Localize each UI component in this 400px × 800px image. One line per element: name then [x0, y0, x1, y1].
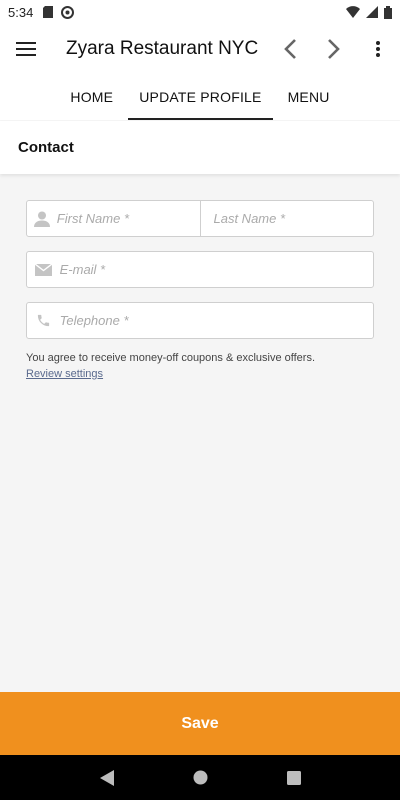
telephone-field-wrap [27, 303, 373, 338]
tab-bar: HOME UPDATE PROFILE MENU [0, 74, 400, 120]
nav-recents-icon[interactable] [286, 770, 301, 785]
name-row [26, 200, 374, 237]
signal-icon [366, 6, 378, 18]
back-button[interactable] [268, 24, 312, 74]
save-button-label: Save [181, 714, 219, 732]
person-icon-wrap [27, 211, 57, 227]
app-bar: Zyara Restaurant NYC [0, 24, 400, 74]
menu-icon [16, 42, 36, 56]
consent-text: You agree to receive money-off coupons &… [26, 352, 316, 364]
contact-form: You agree to receive money-off coupons &… [26, 200, 374, 382]
forward-button[interactable] [312, 24, 356, 74]
tab-update-profile[interactable]: UPDATE PROFILE [128, 74, 273, 120]
mail-icon-wrap [27, 263, 60, 276]
tab-home[interactable]: HOME [59, 74, 124, 120]
phone-icon-wrap [27, 313, 60, 328]
status-bar: 5:34 [0, 0, 400, 24]
last-name-field[interactable] [200, 211, 373, 226]
forward-chevron-icon [328, 39, 340, 59]
back-chevron-icon [284, 39, 296, 59]
menu-button[interactable] [0, 24, 52, 74]
nav-home-icon[interactable] [193, 770, 208, 785]
status-left-icons [43, 5, 75, 19]
first-name-field-wrap [27, 201, 200, 236]
contact-section-header: Contact [0, 121, 400, 174]
more-options-button[interactable] [356, 24, 400, 74]
status-right-icons [346, 5, 392, 19]
battery-icon [384, 5, 392, 19]
email-row [26, 251, 374, 288]
telephone-row [26, 302, 374, 339]
save-button[interactable]: Save [0, 692, 400, 755]
system-nav-bar [0, 755, 400, 800]
person-icon [33, 211, 50, 227]
status-time: 5:34 [8, 4, 34, 20]
app-bar-actions [268, 24, 400, 74]
telephone-field[interactable] [59, 313, 373, 328]
sd-card-icon [43, 6, 54, 18]
more-vert-icon [376, 41, 380, 57]
phone-icon [37, 314, 49, 327]
wifi-icon [346, 6, 360, 18]
sync-icon [61, 5, 75, 19]
section-title: Contact [18, 139, 74, 156]
app-title: Zyara Restaurant NYC [66, 38, 259, 59]
last-name-field-wrap [199, 201, 373, 236]
review-settings-link[interactable]: Review settings [26, 368, 103, 380]
nav-back-icon[interactable] [99, 769, 114, 786]
mail-icon [34, 263, 52, 276]
tab-menu[interactable]: MENU [277, 74, 341, 120]
email-field-wrap [27, 252, 373, 287]
email-field[interactable] [59, 262, 373, 277]
first-name-field[interactable] [56, 211, 200, 226]
